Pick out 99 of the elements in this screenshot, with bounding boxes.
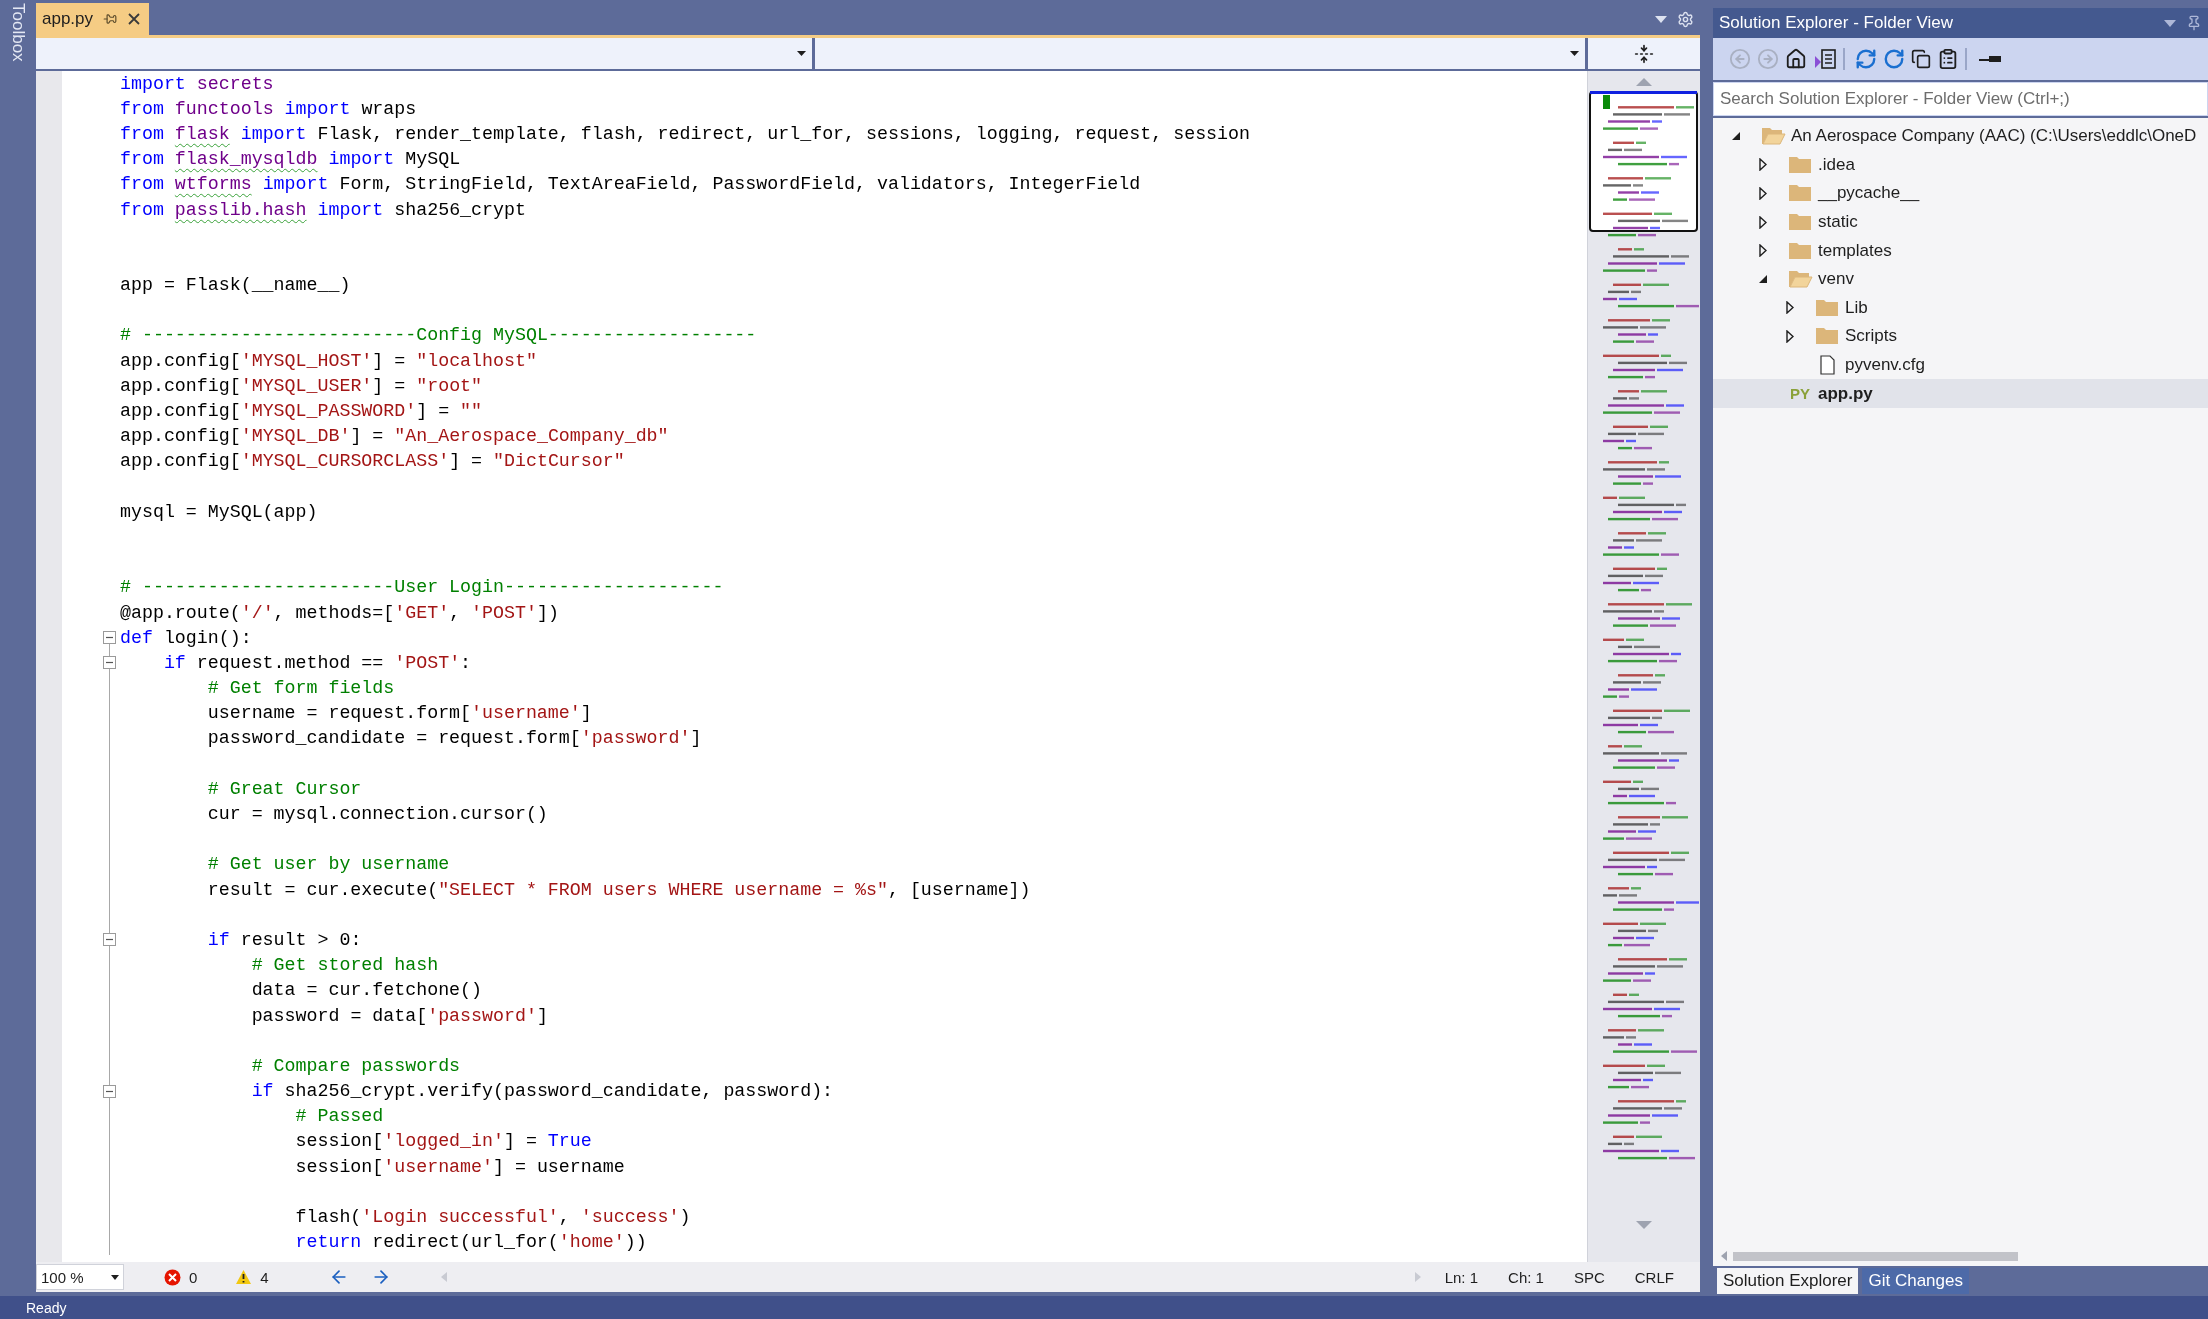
caret-icon bbox=[1570, 51, 1579, 56]
caret-icon bbox=[111, 1274, 119, 1280]
tree-item[interactable]: venv bbox=[1818, 269, 1854, 290]
collapse-icon[interactable] bbox=[103, 933, 116, 947]
code-line: # Get form fields bbox=[206, 678, 395, 699]
code-line: # Great Cursor bbox=[206, 778, 362, 799]
settings-icon[interactable] bbox=[1677, 10, 1694, 28]
dropdown-caret-icon[interactable] bbox=[2164, 19, 2176, 27]
code-line: app.config['MYSQL_HOST'] = "localhost" bbox=[120, 350, 537, 371]
code-line: if result > 0: bbox=[206, 929, 362, 950]
collapsed-arrow-icon[interactable] bbox=[1786, 301, 1794, 315]
python-file-icon: PY bbox=[1787, 385, 1813, 403]
switch-views-icon[interactable] bbox=[1813, 48, 1837, 70]
collapse-icon[interactable] bbox=[103, 1084, 116, 1098]
code-line: mysql = MySQL(app) bbox=[120, 501, 318, 522]
code-line: def login(): bbox=[120, 627, 252, 648]
dropdown-caret-icon[interactable] bbox=[1655, 15, 1667, 23]
search-field[interactable]: Search Solution Explorer - Folder View (Ctrl+;) bbox=[1713, 82, 2208, 116]
code-line: @app.route('/', methods=['GET', 'POST']) bbox=[120, 602, 559, 623]
line-ending-indicator[interactable]: CRLF bbox=[1634, 1268, 1674, 1286]
code-line: data = cur.fetchone() bbox=[250, 980, 483, 1001]
code-line: return redirect(url_for('home')) bbox=[294, 1232, 647, 1253]
collapsed-arrow-icon[interactable] bbox=[1759, 215, 1767, 229]
code-line: password_candidate = request.form['password'] bbox=[206, 728, 702, 749]
code-line: flash('Login successful', 'success') bbox=[294, 1207, 691, 1228]
status-text: Ready bbox=[26, 1299, 67, 1316]
code-line: from passlib.hash import sha256_crypt bbox=[120, 199, 526, 220]
code-line: from wtforms import Form, StringField, TextAreaField, PasswordField, validators, IntegerField bbox=[120, 174, 1141, 195]
code-line: app = Flask(__name__) bbox=[120, 275, 351, 296]
home-icon[interactable] bbox=[1785, 48, 1807, 70]
collapsed-arrow-icon[interactable] bbox=[1786, 329, 1794, 343]
split-window-icon[interactable] bbox=[1634, 43, 1654, 64]
code-line: # Get stored hash bbox=[250, 955, 439, 976]
file-tab[interactable]: app.py bbox=[36, 3, 150, 35]
tree-item[interactable]: Scripts bbox=[1845, 326, 1897, 347]
panel-tab[interactable]: Solution Explorer bbox=[1717, 1268, 1859, 1294]
code-line: # Get user by username bbox=[206, 854, 450, 875]
code-line: app.config['MYSQL_PASSWORD'] = "" bbox=[120, 401, 483, 422]
column-indicator[interactable]: Ch: 1 bbox=[1508, 1268, 1544, 1286]
indent-indicator[interactable]: SPC bbox=[1573, 1268, 1605, 1286]
code-line: import secrets bbox=[120, 73, 274, 94]
dropdown-field[interactable] bbox=[815, 38, 1585, 69]
warning-count: 4 bbox=[260, 1268, 269, 1286]
code-line: result = cur.execute("SELECT * FROM users WHERE username = %s", [username]) bbox=[206, 879, 1031, 900]
properties-icon[interactable] bbox=[1937, 48, 1959, 70]
zoom-dropdown[interactable]: 100 % bbox=[36, 1264, 124, 1290]
collapsed-arrow-icon[interactable] bbox=[1759, 158, 1767, 172]
pin-icon[interactable] bbox=[103, 12, 118, 26]
dash-icon[interactable] bbox=[1977, 54, 2003, 64]
code-line: password = data['password'] bbox=[250, 1005, 548, 1026]
code-line: # Passed bbox=[294, 1106, 384, 1127]
toolbox-tab[interactable]: Toolbox bbox=[8, 0, 28, 1296]
tree-item[interactable]: pyvenv.cfg bbox=[1845, 355, 1925, 376]
code-line: if request.method == 'POST': bbox=[162, 652, 472, 673]
code-line: username = request.form['username'] bbox=[206, 703, 592, 724]
tree-item[interactable]: Lib bbox=[1845, 297, 1868, 318]
code-line: app.config['MYSQL_USER'] = "root" bbox=[120, 375, 483, 396]
tree-item[interactable]: app.py bbox=[1818, 383, 1873, 404]
code-line: if sha256_crypt.verify(password_candidate, password): bbox=[250, 1081, 834, 1102]
expanded-arrow-icon[interactable] bbox=[1731, 131, 1741, 142]
refresh-icon[interactable] bbox=[1883, 48, 1905, 70]
pin-icon[interactable] bbox=[2186, 15, 2202, 31]
tree-item[interactable]: .idea bbox=[1818, 154, 1855, 175]
close-icon[interactable] bbox=[127, 12, 142, 26]
code-line: from functools import wraps bbox=[120, 98, 417, 119]
open-folder-icon bbox=[1787, 268, 1813, 291]
code-line: app.config['MYSQL_DB'] = "An_Aerospace_Company_db" bbox=[120, 426, 669, 447]
code-line: cur = mysql.connection.cursor() bbox=[206, 804, 548, 825]
panel-tab[interactable]: Git Changes bbox=[1862, 1268, 1969, 1294]
error-count: 0 bbox=[189, 1268, 198, 1286]
code-line: from flask_mysqldb import MySQL bbox=[120, 149, 461, 170]
code-line: # -----------------------User Login-------------------- bbox=[120, 577, 724, 598]
code-line: from flask import Flask, render_template, flash, redirect, url_for, sessions, logging, request, session bbox=[120, 123, 1250, 144]
tree-item[interactable]: An Aerospace Company (AAC) (C:\Users\eddlc\OneD bbox=[1791, 126, 2197, 147]
collapsed-arrow-icon[interactable] bbox=[1759, 187, 1767, 200]
code-line: app.config['MYSQL_CURSORCLASS'] = "DictCursor" bbox=[120, 451, 625, 472]
tree-item[interactable]: templates bbox=[1818, 240, 1892, 261]
tree-item[interactable]: __pycache__ bbox=[1818, 183, 1920, 204]
collapsed-arrow-icon[interactable] bbox=[1759, 244, 1767, 258]
tree-item[interactable]: static bbox=[1818, 212, 1858, 233]
collapse-all-icon[interactable] bbox=[1911, 49, 1931, 69]
caret-icon bbox=[797, 51, 806, 56]
code-line: # Compare passwords bbox=[250, 1055, 461, 1076]
dropdown-field[interactable] bbox=[36, 38, 812, 69]
open-folder-icon bbox=[1760, 125, 1786, 148]
line-indicator[interactable]: Ln: 1 bbox=[1444, 1268, 1479, 1286]
code-line: # -------------------------Config MySQL------------------- bbox=[120, 325, 757, 346]
collapse-icon[interactable] bbox=[103, 631, 116, 645]
scrollbar-thumb[interactable] bbox=[1733, 1251, 2018, 1261]
error-icon[interactable] bbox=[164, 1268, 181, 1286]
sync-icon[interactable] bbox=[1855, 48, 1877, 70]
panel-title: Solution Explorer - Folder View bbox=[1719, 13, 1954, 33]
code-line: session['logged_in'] = True bbox=[294, 1131, 592, 1152]
code-line: session['username'] = username bbox=[294, 1156, 625, 1177]
horizontal-scrollbar[interactable] bbox=[1713, 1246, 2208, 1266]
expanded-arrow-icon[interactable] bbox=[1758, 274, 1768, 285]
tab-label[interactable]: app.py bbox=[42, 9, 94, 29]
collapse-icon[interactable] bbox=[103, 656, 116, 670]
warning-icon[interactable] bbox=[235, 1269, 253, 1285]
